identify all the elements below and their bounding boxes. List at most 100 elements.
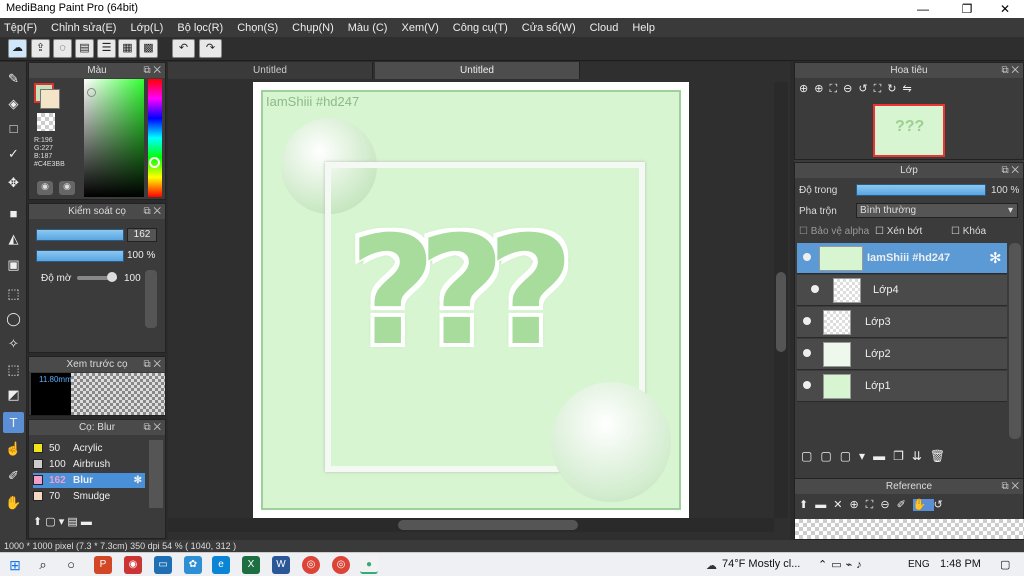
grid-icon[interactable]: ▩ (139, 39, 158, 58)
horizontal-scrollbar[interactable] (168, 518, 774, 532)
eyedropper-icon[interactable]: ✐ (3, 465, 24, 486)
layer-row-active[interactable]: IamShiii #hd247 ✻ (797, 243, 1007, 274)
windows-start-icon[interactable]: ⊞ (6, 556, 24, 574)
tab-untitled-1[interactable]: Untitled (168, 62, 373, 79)
eraser-tool-icon[interactable]: ◈ (3, 93, 24, 114)
brush-item-selected[interactable]: 162 Blur ✻ (33, 473, 145, 488)
close-icon[interactable]: ✕ (833, 499, 849, 511)
horizontal-scroll-thumb[interactable] (398, 520, 578, 530)
brush-size-bar[interactable] (36, 229, 124, 241)
monitor-icon[interactable]: ▭ (154, 556, 172, 574)
select-pen-icon[interactable]: ⬚ (3, 359, 24, 380)
brush-control-scrollbar[interactable] (145, 270, 157, 328)
brush-item[interactable]: 50 Acrylic (33, 441, 145, 456)
brush-list-scrollbar[interactable] (149, 440, 163, 508)
list-icon[interactable]: ☰ (97, 39, 116, 58)
zoom-out-icon[interactable]: ⊖ (843, 83, 858, 95)
brush-item[interactable]: 70 Smudge (33, 489, 145, 504)
menu-layer[interactable]: Lớp(L) (130, 22, 163, 34)
brush-menu-icon[interactable]: ▾ (59, 516, 65, 528)
brush-size-value[interactable]: 162 (127, 228, 157, 242)
layers-icon[interactable]: ▦ (118, 39, 137, 58)
minimize-button[interactable]: — (906, 0, 940, 18)
lock-checkbox[interactable]: ☐ Khóa (951, 226, 986, 237)
select-rect-icon[interactable]: ⬚ (3, 283, 24, 304)
zoom-out-icon[interactable]: ⊖ (880, 499, 896, 511)
menu-filter[interactable]: Bộ lọc(R) (177, 22, 223, 34)
move-tool-icon[interactable]: ✥ (3, 172, 24, 193)
menu-edit[interactable]: Chỉnh sửa(E) (51, 22, 116, 34)
upload-icon[interactable]: ⬆ (799, 499, 815, 511)
protect-alpha-checkbox[interactable]: ☐ Bảo vệ alpha (799, 226, 869, 237)
blur-slider-handle[interactable] (107, 272, 117, 282)
weather-text[interactable]: 74°F Mostly cl... (722, 558, 800, 570)
canvas-paper[interactable]: IamShiii #hd247 ??? (253, 82, 689, 518)
open-icon[interactable]: ▬ (815, 499, 833, 511)
close-button[interactable]: ✕ (988, 0, 1022, 18)
hue-slider[interactable] (148, 79, 162, 197)
new-layer3-icon[interactable]: ▢ (840, 449, 859, 463)
notification-icon[interactable]: ▢ (1000, 558, 1010, 571)
visibility-icon[interactable] (811, 285, 819, 293)
language-indicator[interactable]: ENG (908, 559, 930, 570)
operation-tool-icon[interactable]: ☝ (3, 438, 24, 459)
eyedropper-icon[interactable]: ✐ (897, 499, 913, 511)
powerpoint-icon[interactable]: P (94, 556, 112, 574)
visibility-icon[interactable] (803, 349, 811, 357)
cloud-icon[interactable]: ☁ (8, 39, 27, 58)
zoom-fit-icon[interactable]: ⊕ (799, 83, 814, 95)
select-eraser-icon[interactable]: ◩ (3, 384, 24, 405)
share-icon[interactable]: ⇪ (31, 39, 50, 58)
layer-row[interactable]: Lớp4 (797, 275, 1007, 306)
maximize-button[interactable]: ❐ (950, 0, 984, 18)
word-icon[interactable]: W (272, 556, 290, 574)
transparent-swatch[interactable] (37, 113, 55, 131)
new-layer2-icon[interactable]: ▢ (820, 449, 839, 463)
fit-icon[interactable]: ⛶ (866, 499, 881, 511)
brush-item[interactable]: 100 Airbrush (33, 457, 145, 472)
lasso-icon[interactable]: ◯ (3, 308, 24, 329)
task-view-icon[interactable]: ○ (62, 556, 80, 574)
menu-capture[interactable]: Chụp(N) (292, 22, 334, 34)
menu-select[interactable]: Chọn(S) (237, 22, 278, 34)
layer-row[interactable]: Lớp3 (797, 307, 1007, 338)
merge-icon[interactable]: ⇊ (912, 449, 930, 463)
edge-icon[interactable]: e (212, 556, 230, 574)
bucket-tool-icon[interactable]: ◭ (3, 228, 24, 249)
chat-icon[interactable]: ◌ (53, 39, 72, 58)
palette2-icon[interactable]: ◉ (59, 181, 75, 195)
layers-scrollbar[interactable] (1009, 243, 1021, 439)
menu-cloud[interactable]: Cloud (590, 22, 619, 34)
gradient-tool-icon[interactable]: ▣ (3, 254, 24, 275)
visibility-icon[interactable] (803, 317, 811, 325)
flip-icon[interactable]: ⇋ (903, 83, 918, 95)
layer-menu-icon[interactable]: ▾ (859, 449, 873, 463)
hand-icon[interactable]: ✋ (912, 499, 934, 511)
new-brush-icon[interactable]: ▢ (45, 516, 55, 528)
clipping-checkbox[interactable]: ☐ Xén bớt (875, 226, 922, 237)
copy-brush-icon[interactable]: ▤ (67, 516, 77, 528)
panel-float-close-icon[interactable]: ⧉ ✕ (1001, 63, 1019, 78)
navigator-thumbnail[interactable]: ??? (873, 104, 945, 157)
excel-icon[interactable]: X (242, 556, 260, 574)
dot-tool-icon[interactable]: ✓ (3, 143, 24, 164)
system-tray[interactable]: ⌃▭⌁♪ (818, 558, 866, 571)
gear-icon[interactable]: ✻ (989, 249, 1002, 267)
layer-row[interactable]: Lớp2 (797, 339, 1007, 370)
menu-color[interactable]: Màu (C) (348, 22, 388, 34)
panel-float-close-icon[interactable]: ⧉ ✕ (143, 420, 161, 435)
tab-untitled-2[interactable]: Untitled (375, 62, 580, 79)
panel-float-close-icon[interactable]: ⧉ ✕ (1001, 479, 1019, 494)
palette-icon[interactable]: ◉ (37, 181, 53, 195)
vertical-scrollbar[interactable] (774, 82, 788, 518)
blend-mode-select[interactable]: Bình thường ▾ (856, 203, 1018, 218)
rotate-left-icon[interactable]: ↺ (858, 83, 873, 95)
hue-handle[interactable] (149, 157, 160, 168)
undo-icon[interactable]: ↶ (172, 39, 195, 58)
secondary-color-swatch[interactable] (40, 89, 60, 109)
visibility-icon[interactable] (803, 381, 811, 389)
delete-icon[interactable]: 🗑 (930, 449, 953, 463)
menu-window[interactable]: Cửa sổ(W) (522, 22, 576, 34)
chrome-icon[interactable]: ◎ (302, 556, 320, 574)
fit-icon[interactable]: ⛶ (829, 83, 843, 95)
